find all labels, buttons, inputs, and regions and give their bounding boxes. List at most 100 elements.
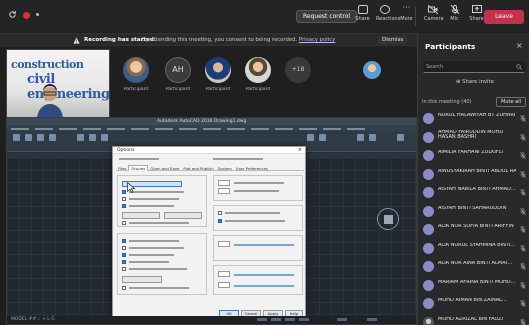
list-item[interactable]: MOHD AZRIZAL BIN FAUZI xyxy=(422,314,528,325)
participant-tile[interactable] xyxy=(352,51,392,79)
mic-off-icon xyxy=(450,5,459,14)
request-control-button[interactable]: Request control xyxy=(296,10,358,23)
mic-off-icon xyxy=(520,152,526,159)
cad-title-bar: Autodesk AutoCAD 2018 Drawing1.dwg xyxy=(7,118,416,125)
participant-tile[interactable]: AH Participant xyxy=(158,51,198,92)
share-invite-button[interactable]: ⊕ Share invite xyxy=(456,79,494,85)
properties-tool-icon xyxy=(319,134,326,141)
control-label: Share xyxy=(469,16,484,22)
list-item[interactable]: AISYAH NABILA BINTI AHMAD... xyxy=(422,184,528,203)
list-item[interactable]: AHMAD FAIRUDDIN MOHD HASAN BASHRI xyxy=(422,129,528,148)
leave-button[interactable]: Leave xyxy=(484,10,524,24)
tab-files[interactable]: Files xyxy=(116,166,128,171)
more-icon: ··· xyxy=(402,3,411,12)
control-reactions[interactable]: Reactions xyxy=(376,4,400,22)
mic-off-icon xyxy=(520,133,526,141)
show-extended-tooltips-checkbox[interactable] xyxy=(122,221,126,225)
participant-name: MOHD AZRIZAL BIN FAUZI xyxy=(438,316,504,322)
presenter-camera-tile[interactable]: construction civil engineering xyxy=(6,49,110,119)
recording-consent-text: By attending this meeting, you consent t… xyxy=(142,37,298,43)
crosshair-size-group xyxy=(213,235,303,261)
section-label[interactable]: In this meeting (40) xyxy=(422,99,472,105)
mic-off-icon xyxy=(520,207,526,215)
list-item[interactable]: AISYAH BINTI SAHARUDDIN xyxy=(422,203,528,222)
paper-background-checkbox[interactable] xyxy=(122,253,126,257)
participants-panel: Participants × Search ⊕ Share invite In … xyxy=(417,33,529,325)
camera-toggle[interactable]: Camera xyxy=(424,4,444,22)
crosshair-slider[interactable] xyxy=(234,244,294,246)
inplace-fade-field[interactable] xyxy=(218,282,230,288)
share-content[interactable]: Share xyxy=(468,4,485,22)
close-icon[interactable]: × xyxy=(516,41,523,50)
avatar xyxy=(423,168,434,180)
rotate-tool-icon xyxy=(89,134,96,141)
colors-button[interactable] xyxy=(122,212,160,219)
printable-area-checkbox[interactable] xyxy=(122,246,126,250)
mic-off-icon xyxy=(520,263,526,270)
participant-name: MARIAM AFRINA BINTI MOHD... xyxy=(438,279,516,285)
participant-name: Participant xyxy=(165,87,191,92)
mute-all-button[interactable]: Mute all xyxy=(496,97,526,107)
viewport-checkbox[interactable] xyxy=(122,286,126,290)
mic-toggle[interactable]: Mic xyxy=(446,4,463,22)
highlight-raster-checkbox[interactable] xyxy=(218,219,222,223)
participant-name: AINUSYAKIRAH BINTI ABDUL RA... xyxy=(438,168,516,174)
inplace-fade-slider[interactable] xyxy=(234,285,294,287)
participant-name: ALIA NURUL SYAHMINA BINTI... xyxy=(438,242,516,248)
participant-name: ALIA NUR AINA BINTI ALMAT... xyxy=(438,261,513,266)
crosshair-size-field[interactable] xyxy=(218,241,230,247)
xref-fade-field[interactable] xyxy=(218,271,230,277)
list-item[interactable]: AIMILIA FARHANI ZULKIFLI xyxy=(422,147,528,166)
mic-off-icon xyxy=(520,226,526,233)
device-controls: Camera Mic Share xyxy=(424,4,485,22)
list-item[interactable]: AINUSYAKIRAH BINTI ABDUL RA... xyxy=(422,166,528,185)
list-item[interactable]: ALIA NUR SOFIA BINTI ARIFFIN xyxy=(422,221,528,240)
close-icon[interactable]: × xyxy=(298,147,302,153)
xref-fade-slider[interactable] xyxy=(234,274,294,276)
in-meeting-section: In this meeting (40) Mute all xyxy=(422,97,526,107)
recording-banner: Recording has started. By attending this… xyxy=(0,33,417,46)
paper-shadow-checkbox[interactable] xyxy=(122,260,126,264)
crosshair-button[interactable] xyxy=(122,276,162,283)
shared-screen[interactable]: Autodesk AutoCAD 2018 Drawing1.dwg Optio… xyxy=(6,117,417,325)
list-item[interactable]: MOHD AIMAN BIN ZAINAL... xyxy=(422,295,528,314)
tab-plot-publish[interactable]: Plot and Publish xyxy=(181,166,215,171)
more-participants-tile[interactable]: +18 xyxy=(278,51,318,83)
participant-tile[interactable]: Participant xyxy=(238,51,278,92)
viewcube-icon[interactable] xyxy=(377,208,399,230)
fonts-button[interactable] xyxy=(164,212,202,219)
control-more[interactable]: ··· More xyxy=(398,3,415,23)
search-input[interactable]: Search xyxy=(423,61,525,73)
list-item[interactable]: NURUL HALAWIYAH BT ZUHARI xyxy=(422,110,528,129)
participant-tile[interactable]: Participant xyxy=(198,51,238,92)
layout-tabs-checkbox[interactable] xyxy=(122,239,126,243)
arc-smoothness-field[interactable] xyxy=(218,180,230,186)
mic-off-icon xyxy=(520,281,526,289)
segments-field[interactable] xyxy=(218,188,230,194)
display-scrollbars-checkbox[interactable] xyxy=(122,190,126,194)
page-setup-checkbox[interactable] xyxy=(122,267,126,271)
pan-zoom-checkbox[interactable] xyxy=(218,211,222,215)
refresh-icon[interactable] xyxy=(8,10,17,19)
display-status-bar-checkbox[interactable] xyxy=(122,197,126,201)
dismiss-button[interactable]: Dismiss xyxy=(378,36,408,44)
tab-open-save[interactable]: Open and Save xyxy=(148,166,181,171)
display-tooltips-checkbox[interactable] xyxy=(122,204,126,208)
avatar xyxy=(123,57,149,83)
tab-display[interactable]: Display xyxy=(128,165,149,171)
mic-off-icon xyxy=(520,244,526,252)
options-dialog[interactable]: Options × Files Display Open and Save Plot … xyxy=(112,146,306,321)
privacy-policy-link[interactable]: Privacy policy xyxy=(299,37,335,43)
warning-icon xyxy=(73,37,80,44)
list-item[interactable]: ALIA NURUL SYAHMINA BINTI... xyxy=(422,240,528,259)
cad-status-text: MODEL ## :: + L G xyxy=(11,317,55,322)
list-item[interactable]: ALIA NUR AINA BINTI ALMAT... xyxy=(422,258,528,277)
tab-user-preferences[interactable]: User Preferences xyxy=(234,166,270,171)
list-item[interactable]: MARIAM AFRINA BINTI MOHD... xyxy=(422,277,528,296)
tab-system[interactable]: System xyxy=(216,166,234,171)
participant-tile[interactable]: Participant xyxy=(116,51,156,92)
leave-label: Leave xyxy=(495,13,513,20)
recording-indicator-icon xyxy=(23,11,30,19)
separator-dot-icon xyxy=(36,13,39,16)
control-share-tray[interactable]: Share xyxy=(354,4,371,22)
